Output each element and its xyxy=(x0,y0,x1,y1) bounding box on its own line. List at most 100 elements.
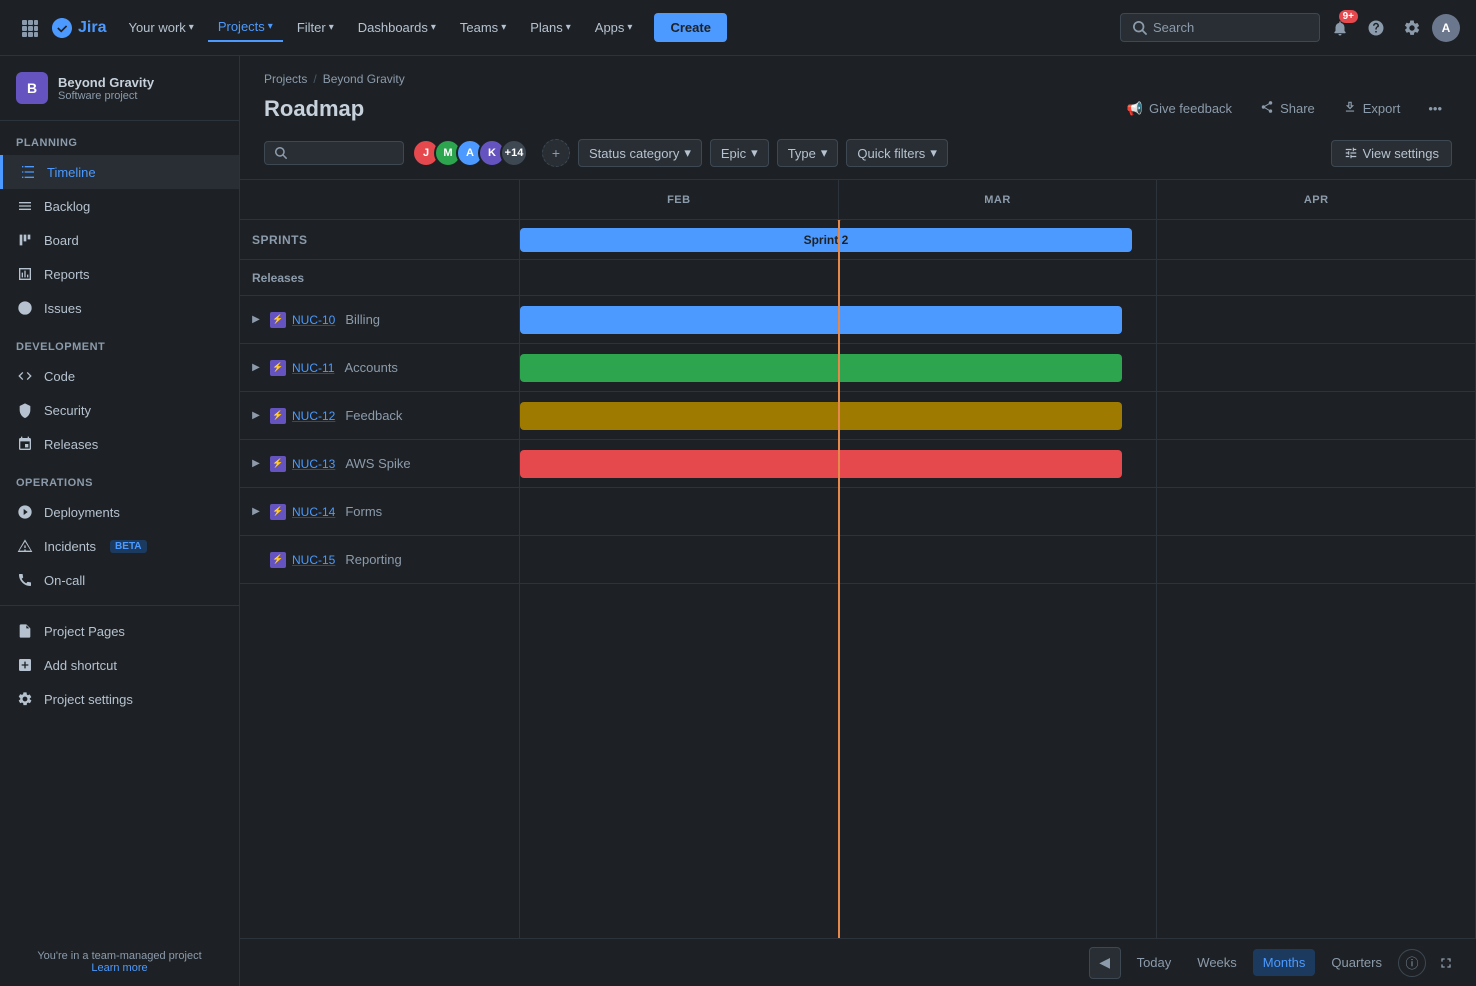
gantt-left-header xyxy=(240,180,520,219)
code-icon xyxy=(16,367,34,385)
expand-icon[interactable]: ▶ xyxy=(248,312,264,328)
search-box[interactable]: Search xyxy=(1120,13,1320,42)
project-settings-label: Project settings xyxy=(44,692,133,707)
dashboards-nav[interactable]: Dashboards ▾ xyxy=(348,14,446,41)
sprint-2-bar[interactable]: Sprint 2 xyxy=(520,228,1132,252)
gantt-chart: FEB MAR APR Sprints Releases xyxy=(240,179,1476,938)
issue-id: NUC-10 xyxy=(292,313,335,327)
sidebar-item-project-settings[interactable]: Project settings xyxy=(0,682,239,716)
issues-icon xyxy=(16,299,34,317)
sidebar-item-reports[interactable]: Reports xyxy=(0,257,239,291)
breadcrumb-projects[interactable]: Projects xyxy=(264,72,307,86)
share-button[interactable]: Share xyxy=(1250,94,1325,123)
sidebar-item-issues[interactable]: Issues xyxy=(0,291,239,325)
type-filter[interactable]: Type ▾ xyxy=(777,139,839,167)
deployments-icon xyxy=(16,503,34,521)
releases-spacer xyxy=(520,260,1476,296)
your-work-nav[interactable]: Your work ▾ xyxy=(118,14,203,41)
sidebar-item-board[interactable]: Board xyxy=(0,223,239,257)
expand-icon[interactable]: ▶ xyxy=(248,504,264,520)
weeks-button[interactable]: Weeks xyxy=(1187,949,1247,976)
main-layout: B Beyond Gravity Software project PLANNI… xyxy=(0,56,1476,986)
prev-nav-button[interactable]: ◀ xyxy=(1089,947,1121,979)
table-row[interactable]: ▶ ⚡ NUC-10 Billing xyxy=(240,296,519,344)
avatar-more[interactable]: +14 xyxy=(500,139,528,167)
expand-icon[interactable]: ▶ xyxy=(248,360,264,376)
project-pages-label: Project Pages xyxy=(44,624,125,639)
filter-nav[interactable]: Filter ▾ xyxy=(287,14,344,41)
months-button[interactable]: Months xyxy=(1253,949,1316,976)
sidebar-item-deployments[interactable]: Deployments xyxy=(0,495,239,529)
notification-badge: 9+ xyxy=(1339,10,1358,23)
sidebar-item-timeline[interactable]: Timeline xyxy=(0,155,239,189)
plans-nav[interactable]: Plans ▾ xyxy=(520,14,581,41)
apps-nav[interactable]: Apps ▾ xyxy=(585,14,643,41)
table-row[interactable]: ▶ ⚡ NUC-12 Feedback xyxy=(240,392,519,440)
projects-nav[interactable]: Projects ▾ xyxy=(208,13,283,42)
accounts-bar[interactable] xyxy=(520,354,1122,382)
expand-icon[interactable]: ▶ xyxy=(248,456,264,472)
view-settings-button[interactable]: View settings xyxy=(1331,140,1452,167)
quick-filters[interactable]: Quick filters ▾ xyxy=(846,139,947,167)
table-row[interactable]: ▶ ⚡ NUC-14 Forms xyxy=(240,488,519,536)
billing-bar[interactable] xyxy=(520,306,1122,334)
info-button[interactable]: ⓘ xyxy=(1398,949,1426,977)
avatar-group: J M A K +14 xyxy=(412,139,528,167)
roadmap-search-input[interactable] xyxy=(264,141,404,165)
gantt-right-panel: Sprint 2 xyxy=(520,220,1476,938)
issue-id: NUC-14 xyxy=(292,505,335,519)
reports-icon xyxy=(16,265,34,283)
bottom-bar: ◀ Today Weeks Months Quarters ⓘ xyxy=(240,938,1476,986)
grid-icon[interactable] xyxy=(16,14,44,42)
sidebar-item-add-shortcut[interactable]: Add shortcut xyxy=(0,648,239,682)
bar-row-forms xyxy=(520,488,1476,536)
project-icon: B xyxy=(16,72,48,104)
create-button[interactable]: Create xyxy=(654,13,726,42)
sidebar-item-oncall[interactable]: On-call xyxy=(0,563,239,597)
gantt-right-header: FEB MAR APR xyxy=(520,180,1476,219)
breadcrumb-project[interactable]: Beyond Gravity xyxy=(323,72,405,86)
sidebar-footer: You're in a team-managed project Learn m… xyxy=(0,938,239,986)
settings-button[interactable] xyxy=(1396,12,1428,44)
deployments-label: Deployments xyxy=(44,505,120,520)
table-row[interactable]: ▶ ⚡ NUC-11 Accounts xyxy=(240,344,519,392)
table-row[interactable]: ▶ ⚡ NUC-13 AWS Spike xyxy=(240,440,519,488)
sidebar-item-releases[interactable]: Releases xyxy=(0,427,239,461)
epic-icon: ⚡ xyxy=(270,312,286,328)
give-feedback-button[interactable]: 📢 Give feedback xyxy=(1117,95,1242,123)
sidebar-item-incidents[interactable]: Incidents BETA xyxy=(0,529,239,563)
table-row[interactable]: ▶ ⚡ NUC-15 Reporting xyxy=(240,536,519,584)
fullscreen-button[interactable] xyxy=(1432,949,1460,977)
invite-button[interactable]: + xyxy=(542,139,570,167)
sidebar-item-code[interactable]: Code xyxy=(0,359,239,393)
project-header[interactable]: B Beyond Gravity Software project xyxy=(0,56,239,121)
quarters-button[interactable]: Quarters xyxy=(1321,949,1392,976)
learn-more-link[interactable]: Learn more xyxy=(91,962,147,974)
teams-nav[interactable]: Teams ▾ xyxy=(450,14,516,41)
development-section-label: DEVELOPMENT xyxy=(0,325,239,359)
jira-logo[interactable]: Jira xyxy=(52,18,106,38)
epic-filter[interactable]: Epic ▾ xyxy=(710,139,769,167)
sidebar-item-backlog[interactable]: Backlog xyxy=(0,189,239,223)
page-title: Roadmap xyxy=(264,96,364,122)
user-avatar[interactable]: A xyxy=(1432,14,1460,42)
notifications-button[interactable]: 9+ xyxy=(1324,12,1356,44)
oncall-icon xyxy=(16,571,34,589)
export-button[interactable]: Export xyxy=(1333,94,1411,123)
sidebar: B Beyond Gravity Software project PLANNI… xyxy=(0,56,240,986)
add-shortcut-icon xyxy=(16,656,34,674)
help-button[interactable] xyxy=(1360,12,1392,44)
project-type: Software project xyxy=(58,90,223,102)
feedback-bar[interactable] xyxy=(520,402,1122,430)
project-settings-icon xyxy=(16,690,34,708)
sidebar-item-security[interactable]: Security xyxy=(0,393,239,427)
today-button[interactable]: Today xyxy=(1127,949,1182,976)
more-actions-button[interactable]: ••• xyxy=(1418,95,1452,122)
status-category-filter[interactable]: Status category ▾ xyxy=(578,139,702,167)
backlog-icon xyxy=(16,197,34,215)
epic-icon: ⚡ xyxy=(270,408,286,424)
awsspike-bar[interactable] xyxy=(520,450,1122,478)
planning-section-label: PLANNING xyxy=(0,121,239,155)
sidebar-item-project-pages[interactable]: Project Pages xyxy=(0,614,239,648)
expand-icon[interactable]: ▶ xyxy=(248,408,264,424)
